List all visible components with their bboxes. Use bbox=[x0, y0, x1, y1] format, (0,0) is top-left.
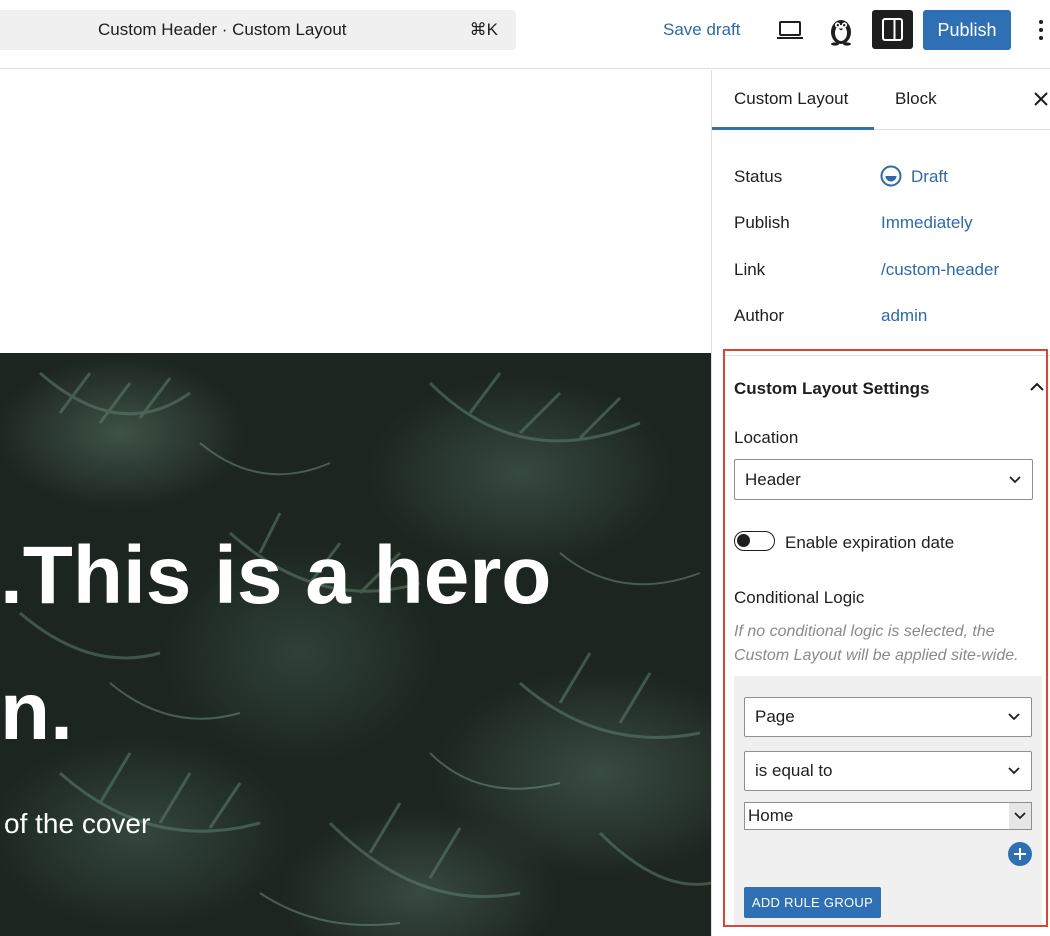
rule-operator-select[interactable]: is equal to bbox=[744, 751, 1032, 791]
rule-value-dropdown-button[interactable] bbox=[1009, 803, 1031, 829]
editor-topbar: Custom Header · Custom Layout ⌘K Save dr… bbox=[0, 0, 1050, 69]
chevron-down-icon bbox=[1009, 475, 1021, 483]
rule-value-select[interactable]: Home bbox=[744, 802, 1032, 830]
conditional-logic-label: Conditional Logic bbox=[734, 588, 865, 607]
draft-status-icon[interactable] bbox=[879, 164, 903, 188]
location-label: Location bbox=[734, 428, 799, 447]
hero-heading-line2[interactable]: n. bbox=[0, 671, 73, 753]
hero-heading-line1[interactable]: .This is a hero bbox=[0, 535, 551, 617]
panel-divider bbox=[722, 355, 1050, 356]
shortcut-hint: ⌘K bbox=[469, 20, 498, 39]
more-options-icon[interactable] bbox=[1031, 16, 1050, 44]
toggle-knob bbox=[737, 534, 750, 547]
rule-value: Home bbox=[748, 806, 794, 825]
chevron-up-icon[interactable] bbox=[1028, 378, 1046, 396]
chevron-down-icon bbox=[1008, 767, 1020, 775]
fern-background-image bbox=[19, 371, 712, 926]
desktop-preview-icon[interactable] bbox=[776, 17, 804, 43]
settings-panel-toggle[interactable] bbox=[872, 10, 913, 49]
editor-canvas: .This is a hero n. of the cover bbox=[0, 70, 712, 936]
publish-date-value[interactable]: Immediately bbox=[881, 213, 973, 233]
save-draft-button[interactable]: Save draft bbox=[663, 20, 741, 40]
conditional-logic-help: If no conditional logic is selected, the… bbox=[734, 623, 1019, 664]
tab-custom-layout[interactable]: Custom Layout bbox=[734, 89, 848, 109]
author-value[interactable]: admin bbox=[881, 306, 927, 326]
permalink-value[interactable]: /custom-header bbox=[881, 260, 999, 280]
expiration-toggle[interactable] bbox=[734, 531, 775, 551]
user-avatar-icon[interactable] bbox=[826, 14, 856, 46]
rule-subject-value: Page bbox=[755, 707, 795, 726]
document-title: Custom Header · Custom Layout bbox=[98, 20, 347, 39]
rule-subject-select[interactable]: Page bbox=[744, 697, 1032, 737]
tab-block[interactable]: Block bbox=[895, 89, 937, 109]
author-label: Author bbox=[734, 306, 785, 325]
command-palette-button[interactable]: Custom Header · Custom Layout ⌘K bbox=[0, 10, 516, 50]
status-value[interactable]: Draft bbox=[911, 167, 948, 187]
chevron-down-icon bbox=[1014, 812, 1026, 820]
status-label: Status bbox=[734, 167, 783, 186]
expiration-label: Enable expiration date bbox=[785, 533, 955, 552]
panel-title[interactable]: Custom Layout Settings bbox=[734, 379, 930, 399]
hero-subtext[interactable]: of the cover bbox=[4, 808, 150, 840]
publish-button[interactable]: Publish bbox=[923, 10, 1011, 50]
sidebar-tabs: Custom Layout Block bbox=[712, 70, 1050, 130]
add-rule-group-button[interactable]: ADD RULE GROUP bbox=[744, 887, 881, 918]
location-select[interactable]: Header bbox=[734, 459, 1033, 500]
active-tab-indicator bbox=[712, 127, 874, 130]
link-label: Link bbox=[734, 260, 766, 279]
rule-operator-value: is equal to bbox=[755, 761, 833, 780]
sidebar-toggle-icon bbox=[882, 18, 903, 41]
settings-sidebar: Custom Layout Block Status Draft Publish… bbox=[711, 70, 1050, 936]
publish-label: Publish bbox=[734, 213, 790, 232]
plus-icon bbox=[1014, 848, 1026, 860]
cover-block[interactable]: .This is a hero n. of the cover bbox=[0, 353, 712, 936]
close-icon[interactable] bbox=[1032, 88, 1050, 110]
add-rule-button[interactable] bbox=[1008, 842, 1032, 866]
chevron-down-icon bbox=[1008, 713, 1020, 721]
location-selected-value: Header bbox=[745, 469, 801, 489]
